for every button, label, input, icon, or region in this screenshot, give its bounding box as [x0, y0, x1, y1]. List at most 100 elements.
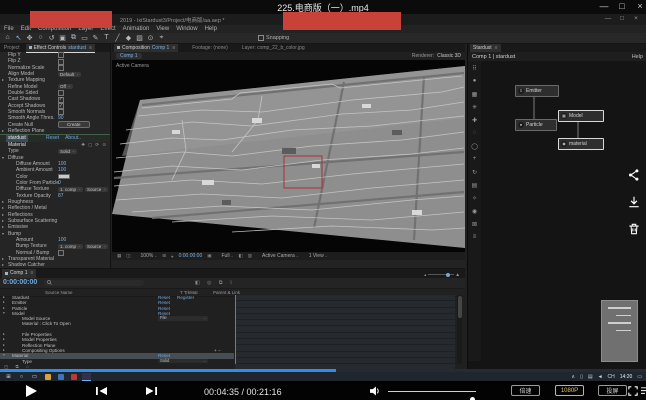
- texture-layer-dropdown[interactable]: 1. comp⌄: [58, 244, 83, 249]
- panel-menu-icon[interactable]: ≡: [172, 45, 175, 51]
- star-node-icon[interactable]: ✧: [472, 195, 477, 208]
- resolution-select[interactable]: Full⌄: [217, 253, 234, 259]
- property-dropdown[interactable]: Solid⌄: [58, 149, 77, 154]
- zoom-in-icon[interactable]: ▴: [456, 272, 459, 278]
- property-dropdown[interactable]: Default⌄: [58, 72, 81, 77]
- zoom-out-icon[interactable]: ▴: [424, 272, 426, 277]
- text-node-icon[interactable]: ≡: [473, 234, 477, 247]
- ae-maximize-button[interactable]: □: [616, 15, 628, 22]
- node-particle[interactable]: ●Particle: [515, 119, 557, 131]
- transparency-icon[interactable]: ▥: [248, 253, 252, 259]
- timeline-row[interactable]: TypeSolid⌄: [0, 359, 234, 364]
- flip-y-checkbox[interactable]: [58, 52, 64, 58]
- type-tool-icon[interactable]: T: [102, 34, 111, 42]
- panel-menu-icon[interactable]: ≡: [31, 270, 34, 276]
- download-icon[interactable]: [627, 195, 641, 209]
- cast-shadows-checkbox[interactable]: [58, 97, 64, 103]
- tray-chevron-up-icon[interactable]: ∧: [571, 374, 575, 380]
- ae-close-button[interactable]: ×: [630, 15, 642, 22]
- eraser-tool-icon[interactable]: ▨: [135, 34, 144, 42]
- tab-project[interactable]: Project: [4, 45, 20, 51]
- selection-tool-icon[interactable]: ↖: [14, 34, 23, 42]
- aux-node-icon[interactable]: ✚: [472, 117, 477, 130]
- composition-viewport[interactable]: Active Camera: [112, 60, 465, 252]
- clone-stamp-tool-icon[interactable]: ◆: [124, 34, 133, 42]
- mask-icon[interactable]: ⌖: [171, 254, 174, 259]
- menu-animation[interactable]: Animation: [123, 26, 150, 32]
- view-select[interactable]: Active Camera⌄: [257, 253, 299, 259]
- tab-timeline-comp[interactable]: Comp 1 ≡: [2, 269, 36, 279]
- cast-button[interactable]: 投屏: [598, 385, 627, 396]
- comp-navigator-tab[interactable]: Comp 1: [116, 53, 142, 59]
- panel-menu-icon[interactable]: ≡: [495, 45, 498, 51]
- close-button[interactable]: ×: [632, 1, 646, 11]
- map-node-icon[interactable]: ◌: [473, 130, 477, 143]
- color-swatch[interactable]: [58, 174, 70, 180]
- next-button[interactable]: [146, 387, 157, 395]
- menu-file[interactable]: File: [4, 26, 14, 32]
- grid-icon[interactable]: ⊞: [162, 253, 166, 259]
- timeline-header-icons[interactable]: ◧ ◎ ⧉ ⌇: [195, 280, 235, 286]
- menu-help[interactable]: Help: [205, 26, 217, 32]
- add-node-icon[interactable]: +: [473, 156, 477, 169]
- flip-z-checkbox[interactable]: [58, 59, 64, 65]
- play-button[interactable]: [26, 385, 37, 397]
- share-icon[interactable]: [627, 168, 641, 182]
- pan-behind-tool-icon[interactable]: ⧉: [69, 34, 78, 42]
- current-time-display[interactable]: 0:00:00:00: [3, 279, 37, 286]
- rectangle-tool-icon[interactable]: ▭: [80, 34, 89, 42]
- maximize-button[interactable]: □: [614, 1, 630, 11]
- taskbar-after-effects-icon[interactable]: [82, 373, 91, 381]
- node-emitter[interactable]: ⠿Emitter: [515, 85, 559, 97]
- smooth-normals-checkbox[interactable]: [58, 109, 64, 115]
- menu-view[interactable]: View: [156, 26, 169, 32]
- viewport-time[interactable]: 0:00:00:00: [179, 253, 203, 259]
- menu-window[interactable]: Window: [176, 26, 197, 32]
- tray-volume-icon[interactable]: ◄: [598, 374, 603, 380]
- previous-button[interactable]: [96, 387, 107, 395]
- reset-link[interactable]: Reset: [158, 300, 170, 305]
- speed-button[interactable]: 倍速: [511, 385, 540, 396]
- minimize-button[interactable]: —: [596, 1, 612, 11]
- magnification-icon[interactable]: ◫: [126, 253, 130, 259]
- reset-link[interactable]: Reset: [158, 295, 170, 300]
- sphere-node-icon[interactable]: ◯: [471, 143, 478, 156]
- force-node-icon[interactable]: ✳: [472, 104, 477, 117]
- model-node-icon[interactable]: ▦: [472, 91, 478, 104]
- zoom-tool-icon[interactable]: ○: [36, 34, 45, 42]
- box-node-icon[interactable]: ⊠: [472, 221, 477, 234]
- normal-bump-checkbox[interactable]: [58, 250, 64, 256]
- video-frame[interactable]: 2019 - lxiStardust3/Project/电商版/aa.aep *…: [0, 14, 646, 381]
- language-indicator[interactable]: CH: [608, 374, 615, 380]
- pen-tool-icon[interactable]: ✎: [91, 34, 100, 42]
- ae-minimize-button[interactable]: —: [602, 15, 614, 22]
- snapshot-icon[interactable]: ▣: [207, 253, 211, 259]
- home-tool-icon[interactable]: ⌂: [3, 34, 12, 42]
- renderer-control[interactable]: Renderer:Classic 3D: [412, 53, 461, 59]
- circle-node-icon[interactable]: ◉: [472, 208, 477, 221]
- snapping-checkbox[interactable]: [258, 35, 264, 41]
- always-preview-icon[interactable]: ▦: [117, 253, 121, 259]
- panel-menu-icon[interactable]: ≡: [89, 45, 92, 51]
- notification-icon[interactable]: ▭: [637, 374, 642, 380]
- register-link[interactable]: Register: [177, 295, 194, 300]
- roto-brush-tool-icon[interactable]: ⊙: [146, 34, 155, 42]
- volume-slider[interactable]: [388, 391, 476, 392]
- emitter-node-icon[interactable]: ⠿: [472, 65, 476, 78]
- taskbar-task-view-icon[interactable]: ▭: [30, 373, 39, 381]
- mini-panel[interactable]: [601, 300, 638, 362]
- node-material[interactable]: ◉material: [558, 138, 604, 150]
- puppet-tool-icon[interactable]: ⌖: [157, 34, 166, 42]
- help-link[interactable]: Help: [632, 54, 643, 60]
- timeline-scrollbar[interactable]: [457, 295, 462, 364]
- grid-node-icon[interactable]: ▤: [472, 182, 478, 195]
- row-value-dropdown[interactable]: File⌄: [158, 316, 208, 320]
- zoom-slider-knob[interactable]: [446, 273, 450, 277]
- roi-icon[interactable]: ◧: [239, 253, 243, 259]
- hand-tool-icon[interactable]: ✥: [25, 34, 34, 42]
- node-model[interactable]: ▦Model: [558, 110, 604, 122]
- snapping-toggle[interactable]: Snapping: [258, 35, 289, 41]
- tab-layer[interactable]: Layer: comp_22_b_color.jpg: [242, 45, 305, 51]
- taskbar-app-red-icon[interactable]: [69, 373, 78, 381]
- double-sided-checkbox[interactable]: [58, 90, 64, 96]
